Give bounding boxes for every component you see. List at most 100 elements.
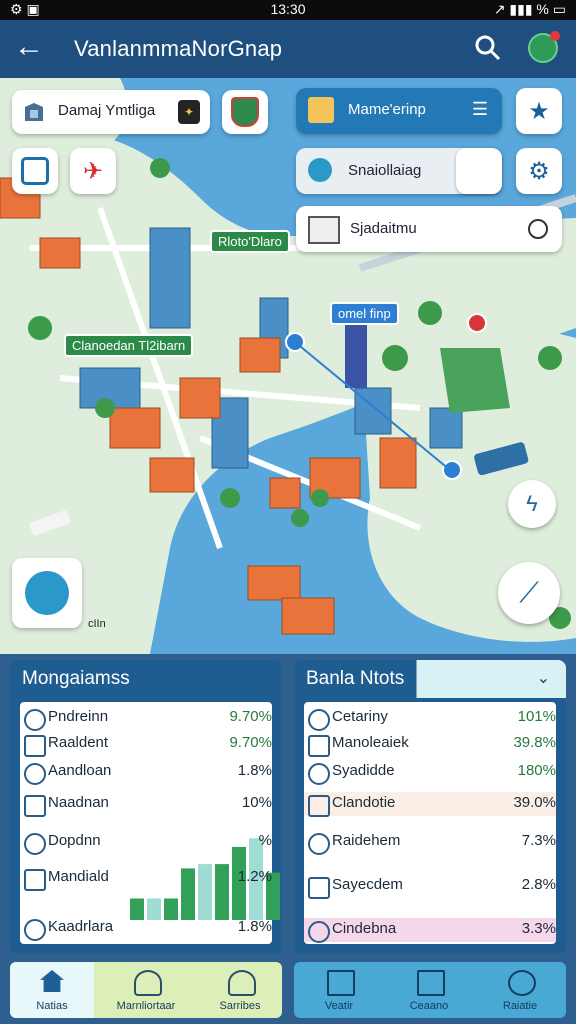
back-arrow-icon[interactable]: ← [14, 30, 44, 64]
search-field-icon [308, 158, 332, 182]
layers-button[interactable]: Mame'erinp ☰ [296, 88, 502, 134]
nav-home[interactable]: Natias [10, 962, 94, 1018]
stat-row[interactable]: Kaadrlara 1.8% [20, 916, 272, 941]
right-panel-header: Banla Ntots ⌄ [294, 660, 566, 698]
left-panel-title: Mongaiamss [22, 668, 130, 689]
stat-row[interactable]: Naadnan 10% [20, 792, 272, 817]
nav-profile[interactable]: Raiatie [474, 962, 566, 1018]
row-icon [24, 735, 46, 757]
row-value: 180% [517, 762, 556, 779]
map-tag-2[interactable]: Clanoedan Tl2ibarn [64, 334, 194, 357]
bottom-nav-right: Veatir Ceaano Raiatie [294, 962, 566, 1018]
transit-button[interactable] [12, 148, 58, 194]
stat-row[interactable]: Pndreinn 9.70% [20, 706, 272, 731]
location-name: Damaj Ymtliga [58, 102, 156, 119]
building-icon [25, 103, 43, 121]
stat-row[interactable]: Cetariny 101% [304, 706, 556, 731]
search-icon[interactable] [474, 34, 502, 62]
stat-row[interactable]: Clandotie 39.0% [304, 792, 556, 817]
row-value: 9.70% [229, 734, 272, 751]
nav-services-label: Sarribes [219, 1000, 261, 1012]
card-icon [417, 970, 445, 996]
stat-row[interactable]: Raaldent 9.70% [20, 732, 272, 757]
status-right-icons: ↗ ▮▮▮ % ▭ [493, 1, 566, 17]
location-card[interactable]: Damaj Ymtliga ✦ [12, 90, 210, 134]
home-icon [40, 970, 64, 992]
stat-row[interactable]: Cindebna 3.3% [304, 918, 556, 943]
chevron-down-icon[interactable]: ⌄ [537, 660, 550, 698]
gear-icon: ⚙ [528, 157, 550, 185]
row-value: 9.70% [229, 708, 272, 725]
stat-row[interactable]: Mandiald 1.2% [20, 866, 272, 891]
favorite-button[interactable]: ★ [516, 88, 562, 134]
row-icon [308, 921, 330, 943]
row-icon [24, 919, 46, 941]
list-icon: ☰ [471, 99, 488, 119]
row-icon [308, 833, 330, 855]
nav-canvas-label: Ceaano [409, 1000, 449, 1012]
right-stats-panel: Banla Ntots ⌄ Cetariny 101% Manoleaiek 39.8… [294, 660, 566, 954]
nav-view-label: Veatir [324, 1000, 354, 1012]
row-label: Dopdnn [48, 832, 101, 849]
row-value: 101% [517, 708, 556, 725]
row-value: 1.8% [237, 918, 272, 935]
stat-row[interactable]: Syadidde 180% [304, 760, 556, 785]
stat-row[interactable]: Manoleaiek 39.8% [304, 732, 556, 757]
row-label: Mandiald [48, 868, 109, 885]
row-icon [308, 763, 330, 785]
row-value: 7.3% [521, 832, 556, 849]
right-panel-title: Banla Ntots [306, 668, 405, 689]
row-label: Clandotie [332, 794, 396, 811]
nav-services[interactable]: Sarribes [198, 962, 282, 1018]
left-stats-panel: Mongaiamss Pndreinn 9.70% Raaldent 9.70% Aan… [10, 660, 282, 954]
row-icon [308, 795, 330, 817]
nav-canvas[interactable]: Ceaano [384, 962, 474, 1018]
grid-icon [327, 970, 355, 996]
row-value: 39.8% [513, 734, 556, 751]
row-icon [24, 795, 46, 817]
draw-route-icon[interactable]: ⟋ [498, 562, 560, 624]
locate-button[interactable] [12, 558, 82, 628]
row-value: 1.2% [237, 868, 272, 885]
stat-row[interactable]: Aandloan 1.8% [20, 760, 272, 785]
plane-icon: ✈ [82, 157, 104, 185]
search-field[interactable]: Snaiollaiag [296, 148, 502, 194]
badge-icon: ✦ [178, 100, 200, 124]
row-value: 39.0% [513, 794, 556, 811]
stat-row[interactable]: Raidehem 7.3% [304, 830, 556, 855]
app-bar: ← VanlanmmaNorGnap [0, 20, 576, 78]
nav-view[interactable]: Veatir [294, 962, 384, 1018]
user-icon [228, 970, 256, 996]
row-icon [24, 833, 46, 855]
nav-maps[interactable]: Marnliortaar [104, 962, 188, 1018]
shield-icon[interactable] [456, 148, 502, 194]
list-field[interactable]: Sjadaitmu [296, 206, 562, 252]
layers-label: Mame'erinp [348, 101, 426, 118]
crest-icon[interactable] [222, 90, 268, 134]
map-tag-1[interactable]: Rloto'Dlaro [210, 230, 290, 253]
row-label: Raidehem [332, 832, 401, 849]
nav-maps-label: Marnliortaar [116, 1000, 176, 1012]
map-view[interactable]: Damaj Ymtliga ✦ Mame'erinp ☰ ★ ✈ Snaioll… [0, 78, 576, 654]
row-label: Sayecdem [332, 876, 403, 893]
stat-row[interactable]: Dopdnn% [20, 830, 272, 855]
row-icon [308, 877, 330, 899]
person-icon [134, 970, 162, 996]
nav-profile-label: Raiatie [502, 1000, 538, 1012]
info-icon[interactable] [528, 219, 548, 239]
lightning-icon[interactable]: ϟ [508, 480, 556, 528]
flight-button[interactable]: ✈ [70, 148, 116, 194]
transit-icon [21, 157, 49, 185]
profile-icon [508, 970, 536, 996]
row-label: Pndreinn [48, 708, 109, 725]
settings-button[interactable]: ⚙ [516, 148, 562, 194]
profile-avatar[interactable] [528, 31, 560, 63]
bottom-nav-left: Natias Marnliortaar Sarribes [10, 962, 282, 1018]
stat-row[interactable]: Sayecdem 2.8% [304, 874, 556, 899]
status-bar: ⚙ ▣ 13:30 ↗ ▮▮▮ % ▭ [0, 0, 576, 20]
row-icon [24, 869, 46, 891]
row-icon [24, 709, 46, 731]
document-icon [308, 216, 340, 244]
row-label: Kaadrlara [48, 918, 114, 935]
map-tag-3[interactable]: omel finp [330, 302, 399, 325]
